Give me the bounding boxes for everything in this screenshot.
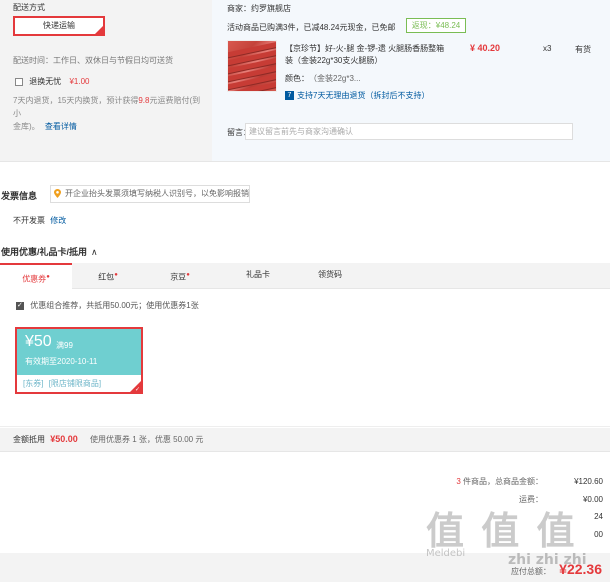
invoice-tip: 开企业抬头发票须填写纳税人识别号，以免影响报销 <box>50 185 250 203</box>
remark-input[interactable]: 建议留言前先与商家沟通确认 <box>245 123 573 140</box>
amount-desc: 使用优惠券 1 张，优惠 50.00 元 <box>90 435 204 444</box>
return-details-link[interactable]: 查看详情 <box>45 122 77 131</box>
invoice-edit-link[interactable]: 修改 <box>50 216 66 225</box>
return-desc: 7天内退货，15天内换货，预计获得9.8元运费赔付(到小 金库)。 查看详情 <box>13 96 201 131</box>
invoice-type: 不开发票 修改 <box>13 216 67 225</box>
rebate-tag: 返现：¥48.24 <box>406 18 466 33</box>
invoice-title: 发票信息 <box>1 191 38 201</box>
watermark: 值 值 值 <box>426 509 577 553</box>
product-price: ¥ 40.20 <box>470 43 501 53</box>
tab-red-packet[interactable]: 红包● <box>72 263 144 289</box>
tab-jingdou[interactable]: 京豆● <box>144 263 216 289</box>
support-return: 7 支持7天无理由退货（拆封后不支持） <box>285 90 429 101</box>
shipping-title: 配送方式 <box>13 3 45 12</box>
coupon-condition: 满99 <box>56 341 73 350</box>
promo-text: 活动商品已购满3件，已减48.24元现金，已免邮 <box>227 23 396 32</box>
product-title[interactable]: 【京珍节】好-火-腿 金-锣-遗 火腿肠香肠整箱装（金装22g*30支火腿肠） <box>285 43 445 67</box>
chevron-up-icon: ∧ <box>91 247 98 257</box>
discount-toggle[interactable]: 使用优惠/礼品卡/抵用 ∧ <box>1 245 98 258</box>
combo-checkbox[interactable] <box>16 301 24 310</box>
delivery-time: 配送时间：工作日、双休日与节假日均可送货 <box>13 56 173 65</box>
product-stock: 有货 <box>575 45 591 54</box>
combo-text: 优惠组合推荐，共抵用50.00元；使用优惠券1张 <box>30 301 199 310</box>
location-pin-icon <box>54 189 61 198</box>
coupon-card[interactable]: ¥50 满99 有效期至2020-10-11 [东券] [限店铺限商品] ✓ <box>15 327 143 394</box>
coupon-amount: ¥50 <box>25 333 52 350</box>
support-return-link[interactable]: 支持7天无理由退货（拆封后不支持） <box>297 91 429 100</box>
product-image[interactable] <box>227 40 277 92</box>
coupon-tag-jd: [东券] <box>23 379 44 388</box>
shipping-option-express[interactable]: 快递运输 <box>13 16 105 36</box>
tab-pickup-code[interactable]: 领货码 <box>294 263 366 289</box>
watermark-sub: Meldebi <box>426 548 466 559</box>
merchant: 商家：约罗旗舰店 <box>227 4 291 13</box>
return-insurance-price: ¥1.00 <box>69 77 90 86</box>
product-qty: x3 <box>543 44 552 53</box>
coupon-tags: [东券] [限店铺限商品] <box>17 375 141 392</box>
watermark-brand: zhi zhi zhi <box>508 552 587 568</box>
coupon-tag-limit: [限店铺限商品] <box>48 379 102 388</box>
coupon-validity: 有效期至2020-10-11 <box>25 357 98 366</box>
amount-summary: 金额抵用 ¥50.00 使用优惠券 1 张，优惠 50.00 元 <box>13 434 204 444</box>
product-color: 颜色： （金装22g*3... <box>285 74 361 83</box>
combo-recommend: 优惠组合推荐，共抵用50.00元；使用优惠券1张 <box>16 300 199 311</box>
return-insurance-label: 退换无忧 <box>29 77 62 86</box>
tab-coupon[interactable]: 优惠券● <box>0 263 72 289</box>
discount-tabs: 优惠券● 红包● 京豆● 礼品卡 领货码 <box>0 263 610 289</box>
return-support-icon: 7 <box>285 91 294 101</box>
return-insurance-checkbox[interactable] <box>15 77 23 86</box>
return-insurance: 退换无忧 ¥1.00 <box>15 76 90 87</box>
check-icon: ✓ <box>134 387 140 393</box>
amount-value: ¥50.00 <box>50 434 78 444</box>
merchant-name[interactable]: 约罗旗舰店 <box>251 4 291 13</box>
summary-goods: 3 件商品，总商品金额： ¥120.60 <box>456 477 603 486</box>
tab-gift-card[interactable]: 礼品卡 <box>222 263 294 289</box>
coupon-face: ¥50 满99 有效期至2020-10-11 <box>17 329 141 375</box>
